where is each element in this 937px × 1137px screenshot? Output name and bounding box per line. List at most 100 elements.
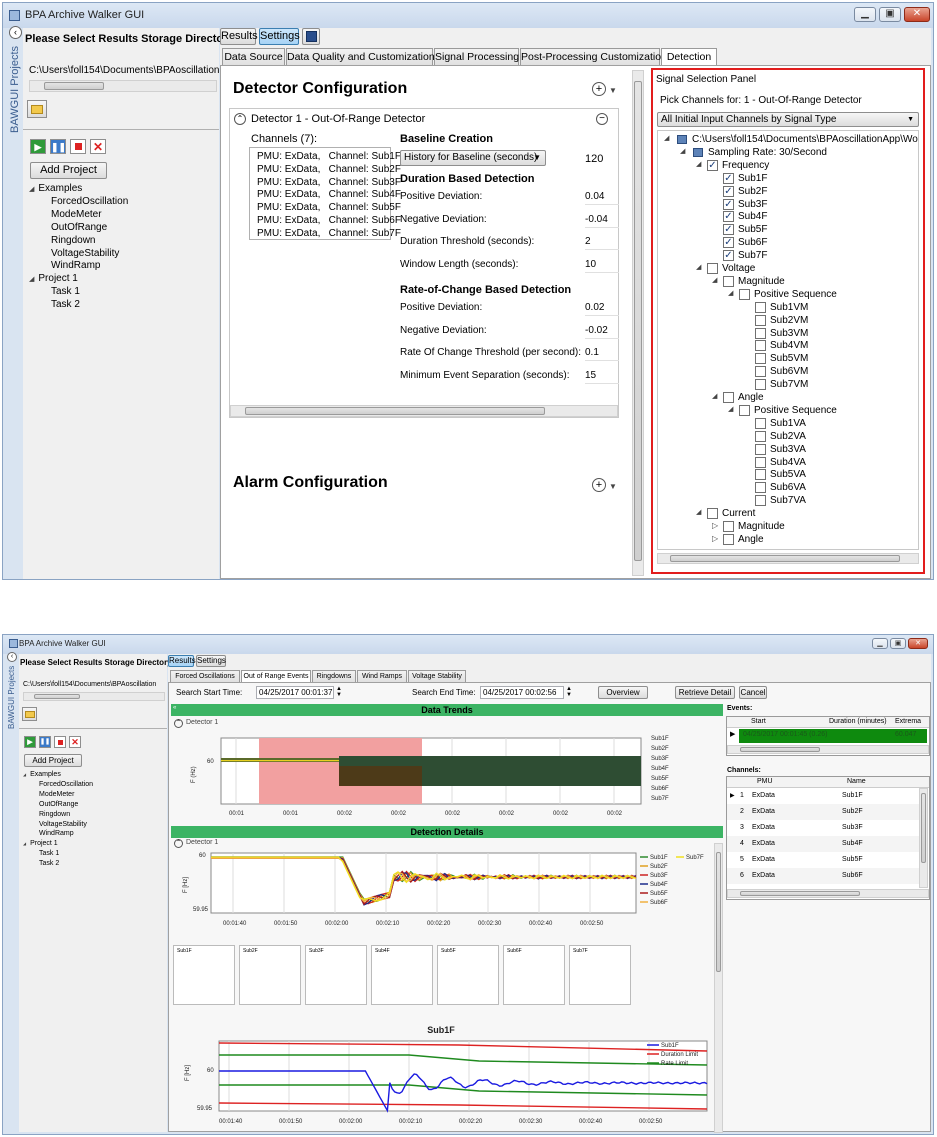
expanded-arrow-icon[interactable]: ◢ bbox=[728, 289, 733, 297]
tree-item[interactable]: Task 2 bbox=[39, 860, 59, 867]
end-spinner-icon[interactable]: ▲ ▼ bbox=[566, 686, 572, 698]
signal-node[interactable]: Sub3VA bbox=[744, 443, 918, 456]
expanded-arrow-icon[interactable]: ◢ bbox=[696, 160, 701, 168]
tab-ringdowns[interactable]: Ringdowns bbox=[312, 670, 356, 682]
param-input[interactable]: -0.04 bbox=[585, 212, 619, 228]
signal-node[interactable]: Sub1VA bbox=[744, 417, 918, 430]
signal-node[interactable]: ✓ Sub5F bbox=[712, 224, 918, 236]
checkbox[interactable]: ✓ bbox=[723, 198, 734, 210]
checkbox[interactable]: ✓ bbox=[723, 224, 734, 236]
checkbox[interactable] bbox=[739, 288, 750, 300]
positive-sequence-node[interactable]: ◢ Positive Sequence bbox=[728, 288, 918, 301]
checkbox[interactable] bbox=[755, 417, 766, 429]
checkbox[interactable] bbox=[755, 340, 766, 352]
checkbox[interactable] bbox=[723, 533, 734, 545]
tree-item[interactable]: ForcedOscillation bbox=[39, 781, 93, 788]
signal-hscrollbar[interactable] bbox=[657, 553, 919, 564]
events-hscrollbar[interactable] bbox=[727, 745, 929, 754]
col-start[interactable]: Start bbox=[751, 718, 766, 725]
checkbox[interactable] bbox=[755, 443, 766, 455]
search-end-input[interactable]: 04/25/2017 00:02:56 bbox=[480, 686, 564, 699]
checkbox[interactable]: ✓ bbox=[723, 185, 734, 197]
tree-item[interactable]: ◢ Examples bbox=[23, 771, 61, 778]
checkbox[interactable] bbox=[739, 404, 750, 416]
channels-scroll-thumb[interactable] bbox=[740, 891, 860, 896]
tree-item[interactable]: Task 1 bbox=[39, 850, 59, 857]
tab-forced-oscillations[interactable]: Forced Oscillations bbox=[170, 670, 240, 682]
main-vscroll-thumb[interactable] bbox=[634, 81, 642, 561]
checkbox[interactable] bbox=[707, 263, 718, 274]
settings-button[interactable]: Settings bbox=[259, 28, 300, 45]
add-project-button[interactable]: Add Project bbox=[24, 754, 82, 767]
expanded-arrow-icon[interactable]: ◢ bbox=[680, 147, 685, 155]
checkbox[interactable] bbox=[755, 379, 766, 391]
table-row[interactable]: 4 ExData Sub4F bbox=[727, 836, 919, 852]
tree-item[interactable]: ◢ Project 1 bbox=[23, 840, 58, 847]
checkbox[interactable] bbox=[755, 456, 766, 468]
expand-arrow-icon[interactable]: ◢ bbox=[23, 772, 26, 777]
param-input[interactable]: 2 bbox=[585, 234, 619, 250]
checkbox[interactable] bbox=[755, 366, 766, 378]
add-detector-icon[interactable]: + bbox=[592, 82, 606, 96]
expanded-arrow-icon[interactable]: ◢ bbox=[712, 276, 717, 284]
run-button[interactable]: ▶ bbox=[24, 736, 36, 748]
settings-button[interactable]: Settings bbox=[196, 655, 226, 667]
checkbox[interactable] bbox=[755, 301, 766, 313]
results-button[interactable]: Results bbox=[220, 28, 258, 45]
pause-button[interactable]: ❚❚ bbox=[39, 736, 51, 748]
detector-hscrollbar[interactable] bbox=[230, 405, 618, 417]
channel-list-item[interactable]: PMU: ExData, Channel: Sub4F bbox=[257, 189, 401, 200]
collapsed-arrow-icon[interactable]: ▷ bbox=[712, 521, 718, 530]
add-dropdown-icon[interactable]: ▼ bbox=[609, 86, 617, 95]
maximize-button[interactable]: ▣ bbox=[879, 7, 901, 22]
tab-post-processing-customization[interactable]: Post-Processing Customization bbox=[520, 48, 667, 65]
tree-item[interactable]: VoltageStability bbox=[39, 821, 87, 828]
tree-item[interactable]: VoltageStability bbox=[51, 248, 119, 259]
add-project-button[interactable]: Add Project bbox=[30, 162, 107, 179]
close-button[interactable]: ✕ bbox=[908, 638, 928, 649]
signal-node[interactable]: Sub7VM bbox=[744, 379, 918, 391]
magnitude-node[interactable]: ◢ Magnitude bbox=[712, 275, 918, 288]
signal-node[interactable]: ✓ Sub7F bbox=[712, 250, 918, 262]
tab-data-source[interactable]: Data Source bbox=[222, 48, 285, 65]
expand-arrow-icon[interactable]: ◢ bbox=[29, 186, 34, 193]
frequency-node[interactable]: ◢ ✓ Frequency bbox=[696, 159, 918, 172]
baseline-select[interactable]: History for Baseline (seconds) ▼ bbox=[400, 150, 546, 166]
checkbox[interactable] bbox=[755, 314, 766, 326]
tree-item[interactable]: Ringdown bbox=[39, 811, 70, 818]
pause-button[interactable]: ❚❚ bbox=[50, 139, 66, 154]
projects-side-tab[interactable]: BAWGUI Projects bbox=[9, 43, 21, 133]
expand-arrow-icon[interactable]: ◢ bbox=[23, 841, 26, 846]
signal-node[interactable]: ✓ Sub1F bbox=[712, 172, 918, 185]
signal-node[interactable]: ✓ Sub2F bbox=[712, 185, 918, 198]
run-button[interactable]: ▶ bbox=[30, 139, 46, 154]
baseline-value[interactable]: 120 bbox=[585, 153, 603, 165]
tab-signal-processing[interactable]: Signal Processing bbox=[434, 48, 519, 65]
overview-button[interactable]: Overview bbox=[598, 686, 648, 699]
alarm-dropdown-icon[interactable]: ▼ bbox=[609, 482, 617, 491]
collapse-icon[interactable]: ‹ bbox=[7, 652, 17, 662]
folder-button[interactable] bbox=[22, 707, 37, 721]
expanded-arrow-icon[interactable]: ◢ bbox=[728, 405, 733, 413]
stop-button[interactable] bbox=[54, 736, 66, 748]
param-input[interactable]: -0.02 bbox=[585, 323, 619, 339]
events-scroll-thumb[interactable] bbox=[740, 747, 820, 752]
checkbox[interactable]: ✓ bbox=[723, 237, 734, 249]
start-spinner-icon[interactable]: ▲ ▼ bbox=[336, 686, 342, 698]
checkbox[interactable] bbox=[755, 469, 766, 481]
save-button[interactable] bbox=[302, 28, 320, 45]
checkbox[interactable] bbox=[755, 430, 766, 442]
tree-item[interactable]: Task 1 bbox=[51, 286, 80, 297]
signal-scroll-thumb[interactable] bbox=[670, 555, 900, 562]
tab-out-of-range-events[interactable]: Out of Range Events bbox=[241, 670, 311, 682]
checkbox[interactable] bbox=[755, 353, 766, 365]
main-vscrollbar[interactable] bbox=[632, 70, 644, 576]
signal-node[interactable]: Sub4VA bbox=[744, 456, 918, 469]
checkbox[interactable]: ✓ bbox=[723, 211, 734, 223]
table-row[interactable]: 3 ExData Sub3F bbox=[727, 820, 919, 836]
checkbox[interactable]: ✓ bbox=[723, 250, 734, 262]
channels-vscrollbar[interactable] bbox=[919, 788, 928, 888]
checkbox[interactable] bbox=[723, 275, 734, 287]
signal-node[interactable]: Sub2VA bbox=[744, 430, 918, 443]
checkbox[interactable]: ✓ bbox=[707, 159, 718, 171]
